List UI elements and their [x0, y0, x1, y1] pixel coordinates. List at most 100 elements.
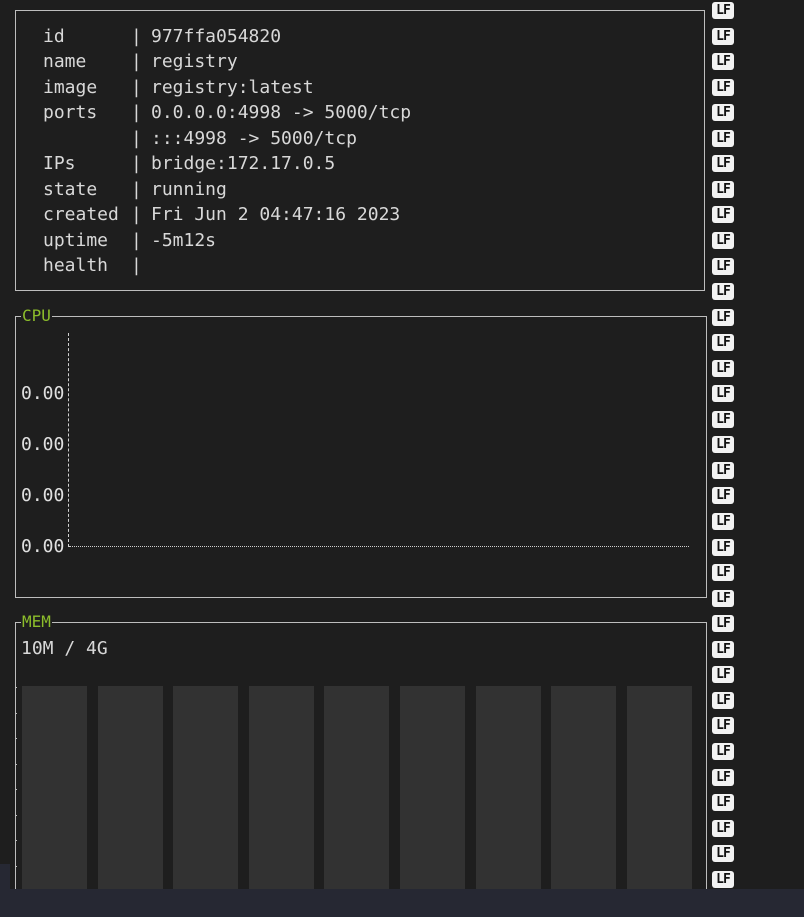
lf-marker: LF [712, 334, 734, 352]
info-row-uptime: uptime | -5m12s [43, 231, 216, 251]
mem-usage: 10M / 4G [21, 638, 108, 659]
mem-panel: MEM 10M / 4G [15, 613, 707, 917]
lf-marker: LF [712, 78, 734, 96]
lf-marker: LF [712, 513, 734, 530]
lf-marker: LF [712, 283, 734, 301]
info-value: 0.0.0.0:4998 -> 5000/tcp [151, 102, 412, 123]
lf-marker: LF [712, 742, 734, 760]
mem-axis-tick [15, 738, 17, 739]
lf-marker: LF [712, 691, 734, 709]
info-separator: | [131, 51, 142, 72]
cpu-y-axis [68, 333, 69, 547]
lf-marker: LF [712, 640, 734, 658]
info-value: 977ffa054820 [151, 26, 282, 47]
info-value: registry:latest [151, 77, 314, 98]
lf-marker: LF [712, 385, 734, 403]
lf-marker: LF [712, 155, 734, 173]
lf-marker: LF [712, 129, 734, 147]
mem-axis-tick [15, 815, 17, 816]
info-key: ports [43, 102, 98, 123]
lf-marker: LF [712, 717, 734, 735]
lf-marker: LF [712, 794, 734, 812]
info-value: registry [151, 51, 238, 72]
mem-axis-tick [15, 713, 17, 714]
mem-bar [324, 686, 390, 891]
lf-marker: LF [712, 487, 734, 505]
mem-bar [475, 686, 541, 891]
info-row-created: created | Fri Jun 2 04:47:16 2023 [43, 205, 400, 225]
mem-axis-tick [15, 866, 17, 867]
info-separator: | [131, 179, 142, 200]
mem-bar [626, 686, 692, 891]
info-separator: | [131, 153, 142, 174]
info-value: bridge:172.17.0.5 [151, 153, 336, 174]
lf-marker: LF [712, 257, 734, 275]
cpu-y-label: 0.00 [21, 536, 65, 557]
terminal-view: id | 977ffa054820 name | registry image | regi… [0, 0, 804, 917]
lf-marker: LF [712, 104, 734, 122]
info-row-id: id | 977ffa054820 [43, 27, 281, 47]
lf-marker: LF [712, 308, 734, 326]
cpu-y-label: 0.00 [21, 383, 65, 404]
info-separator: | [131, 26, 142, 47]
cpu-panel-title: CPU [21, 306, 52, 325]
info-key: health [43, 255, 109, 276]
lf-marker: LF [712, 538, 734, 556]
mem-axis-tick [15, 764, 17, 765]
info-row-ips: IPs | bridge:172.17.0.5 [43, 154, 335, 174]
info-separator: | [131, 77, 142, 98]
info-row-state: state | running [43, 180, 227, 200]
lf-marker: LF [712, 410, 734, 428]
info-separator: | [131, 230, 142, 251]
info-value: running [151, 179, 227, 200]
lf-marker: LF [712, 231, 734, 249]
mem-axis-tick [15, 840, 17, 841]
cpu-y-label: 0.00 [21, 434, 65, 455]
lf-marker: LF [712, 436, 734, 454]
info-row-name: name | registry [43, 52, 238, 72]
lf-marker: LF [712, 870, 734, 888]
bottom-strip-edge [0, 864, 10, 889]
info-key: uptime [43, 230, 109, 251]
info-key: name [43, 51, 87, 72]
lf-marker: LF [712, 564, 734, 582]
lf-marker: LF [712, 819, 734, 837]
info-key: id [43, 26, 65, 47]
lf-marker: LF [712, 27, 734, 45]
lf-marker: LF [712, 359, 734, 377]
cpu-x-axis [69, 546, 689, 547]
info-row-ports: ports | 0.0.0.0:4998 -> 5000/tcp [43, 103, 411, 123]
info-separator: | [131, 102, 142, 123]
container-info-panel: id | 977ffa054820 name | registry image | regi… [15, 10, 705, 291]
lf-marker: LF [712, 2, 734, 19]
info-row-image: image | registry:latest [43, 78, 314, 98]
lf-marker: LF [712, 845, 734, 863]
lf-marker: LF [712, 206, 734, 224]
info-key: state [43, 179, 98, 200]
lf-marker: LF [712, 461, 734, 479]
mem-bar [173, 686, 239, 891]
mem-axis-tick [15, 687, 17, 688]
info-separator: | [131, 128, 142, 149]
mem-bar [551, 686, 617, 891]
info-separator: | [131, 255, 142, 276]
mem-panel-title: MEM [21, 612, 52, 631]
lf-marker: LF [712, 589, 734, 607]
info-key: IPs [43, 153, 76, 174]
lf-marker: LF [712, 180, 734, 198]
lf-marker: LF [712, 768, 734, 786]
mem-axis-tick [15, 789, 17, 790]
info-separator: | [131, 204, 142, 225]
status-strip [0, 889, 804, 917]
cpu-y-label: 0.00 [21, 485, 65, 506]
info-key: image [43, 77, 98, 98]
mem-bar [400, 686, 465, 891]
info-value: Fri Jun 2 04:47:16 2023 [151, 204, 401, 225]
lf-marker: LF [712, 615, 734, 633]
lf-marker: LF [712, 666, 734, 684]
lf-marker: LF [712, 53, 734, 71]
mem-bar [97, 686, 163, 891]
info-key: created [43, 204, 119, 225]
mem-bar [248, 686, 314, 891]
cpu-panel: CPU 0.00 0.00 0.00 0.00 [15, 307, 707, 598]
